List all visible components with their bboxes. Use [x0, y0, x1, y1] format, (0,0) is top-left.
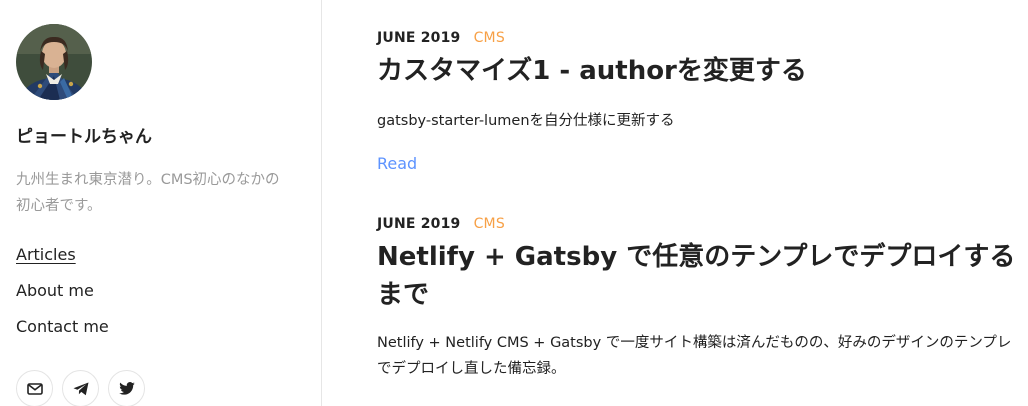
- post-description: Netlify + Netlify CMS + Gatsby で一度サイト構築は…: [377, 335, 1012, 377]
- read-link[interactable]: Read: [377, 154, 417, 173]
- mail-icon: [26, 382, 43, 395]
- twitter-icon: [118, 382, 135, 395]
- author-bio: 九州生まれ東京潜り。CMS初心のなかの初心者です。: [16, 172, 280, 214]
- twitter-button[interactable]: [108, 370, 145, 406]
- telegram-button[interactable]: [62, 370, 99, 406]
- portrait-image: [16, 24, 92, 100]
- post-title[interactable]: カスタマイズ1 - authorを変更する: [377, 52, 1017, 90]
- post-category[interactable]: CMS: [474, 30, 505, 46]
- sidebar: ピョートルちゃん 九州生まれ東京潜り。CMS初心のなかの初心者です。 Artic…: [0, 0, 322, 406]
- post-category[interactable]: CMS: [474, 216, 505, 232]
- post-date: JUNE 2019: [377, 216, 461, 232]
- post-meta: JUNE 2019 CMS: [377, 216, 1017, 232]
- nav-link-contact[interactable]: Contact me: [16, 317, 109, 336]
- nav-link-about[interactable]: About me: [16, 281, 94, 300]
- post-description: gatsby-starter-lumenを自分仕様に更新する: [377, 113, 675, 129]
- post-meta: JUNE 2019 CMS: [377, 30, 1017, 46]
- post-title[interactable]: Netlify + Gatsby で任意のテンプレでデプロイするまで: [377, 238, 1017, 314]
- author-avatar[interactable]: [16, 24, 92, 100]
- email-button[interactable]: [16, 370, 53, 406]
- nav-item-articles: Articles: [16, 245, 109, 281]
- post-date: JUNE 2019: [377, 30, 461, 46]
- post-item: JUNE 2019 CMS Netlify + Gatsby で任意のテンプレで…: [377, 216, 1017, 382]
- nav-link-articles[interactable]: Articles: [16, 245, 76, 264]
- nav-item-contact: Contact me: [16, 317, 109, 353]
- telegram-icon: [73, 382, 88, 395]
- nav-item-about: About me: [16, 281, 109, 317]
- sidebar-nav: Articles About me Contact me: [16, 245, 109, 353]
- author-name[interactable]: ピョートルちゃん: [16, 122, 152, 147]
- post-item: JUNE 2019 CMS カスタマイズ1 - authorを変更する gats…: [377, 30, 1017, 173]
- contact-links: [16, 370, 154, 406]
